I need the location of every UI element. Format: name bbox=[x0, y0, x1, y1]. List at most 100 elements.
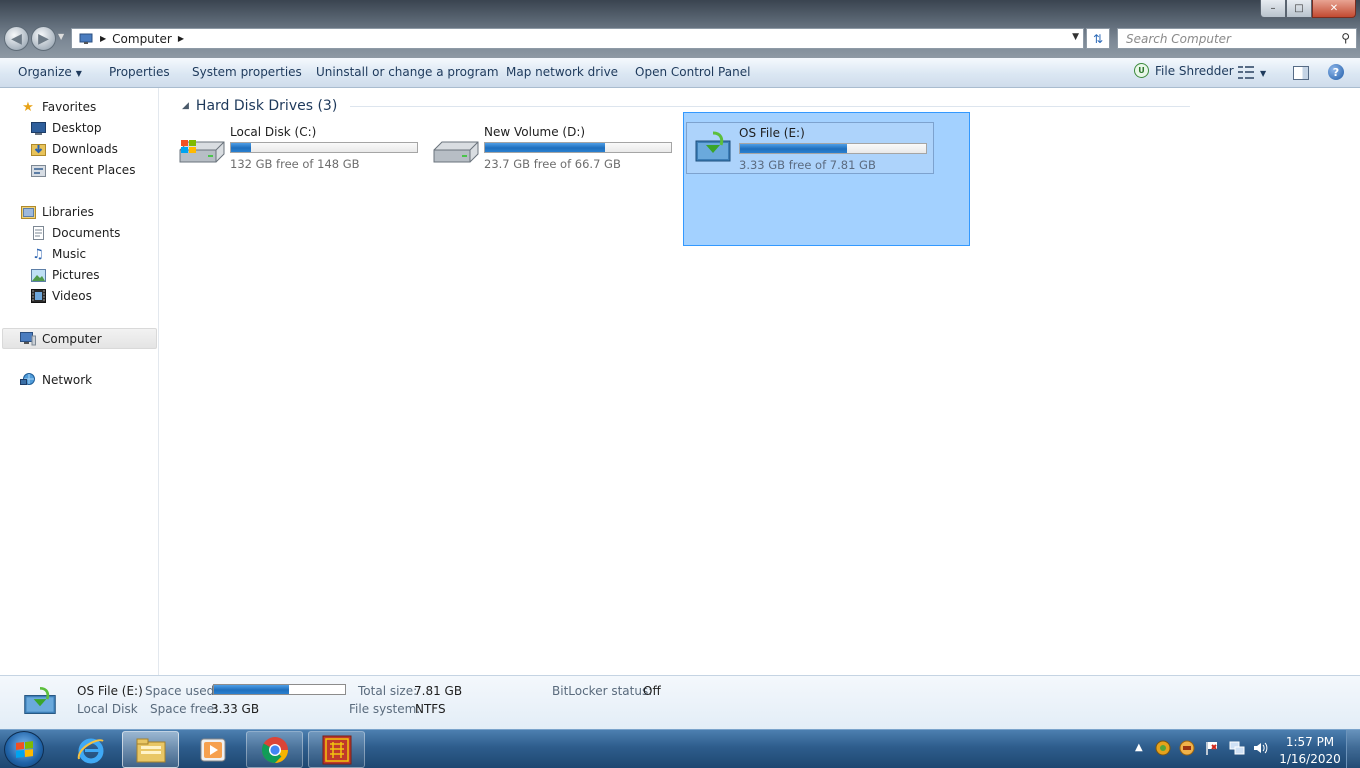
preview-pane-button[interactable] bbox=[1293, 66, 1309, 80]
search-input[interactable] bbox=[1118, 29, 1328, 48]
details-pane: OS File (E:) Local Disk Space used: Spac… bbox=[0, 675, 1360, 729]
taskbar-media-player[interactable] bbox=[184, 731, 241, 768]
drive-usage-fill bbox=[740, 144, 847, 153]
sidebar-item-network[interactable]: Network bbox=[20, 372, 92, 388]
taskbar-internet-explorer[interactable] bbox=[62, 731, 119, 768]
sidebar-item-music[interactable]: ♫ Music bbox=[30, 246, 86, 262]
back-button[interactable]: ◀ bbox=[4, 26, 29, 51]
sidebar-item-label: Videos bbox=[52, 289, 92, 303]
uninstall-program-button[interactable]: Uninstall or change a program bbox=[316, 65, 499, 79]
content-area: ◢ Hard Disk Drives (3) Local Disk (C:) 1… bbox=[160, 88, 1360, 675]
close-button[interactable]: ✕ bbox=[1312, 0, 1356, 18]
sidebar-item-label: Desktop bbox=[52, 121, 102, 135]
breadcrumb-arrow-icon[interactable]: ▶ bbox=[178, 34, 184, 43]
app-seal-icon bbox=[322, 735, 351, 764]
bitlocker-value: Off bbox=[643, 684, 661, 698]
navigation-pane: ★ Favorites Desktop Downloads Recent Pla… bbox=[0, 88, 159, 675]
computer-icon bbox=[20, 331, 36, 347]
organize-label: Organize bbox=[18, 65, 72, 79]
file-shredder-button[interactable]: U File Shredder bbox=[1134, 63, 1234, 78]
computer-icon bbox=[78, 31, 94, 47]
sidebar-item-label: Music bbox=[52, 247, 87, 261]
sidebar-item-label: Computer bbox=[42, 331, 102, 346]
libraries-icon bbox=[20, 204, 36, 220]
drive-usage-fill bbox=[231, 143, 252, 152]
sidebar-item-libraries[interactable]: Libraries bbox=[20, 204, 94, 220]
clock-time: 1:57 PM bbox=[1285, 735, 1335, 749]
properties-button[interactable]: Properties bbox=[109, 65, 170, 79]
drive-c[interactable]: Local Disk (C:) 132 GB free of 148 GB bbox=[178, 122, 426, 174]
sidebar-item-documents[interactable]: Documents bbox=[30, 225, 120, 241]
total-size-value: 7.81 GB bbox=[414, 684, 463, 698]
search-box[interactable]: ⚲ bbox=[1117, 28, 1357, 49]
start-button[interactable] bbox=[4, 731, 44, 768]
open-control-panel-button[interactable]: Open Control Panel bbox=[635, 65, 750, 79]
taskbar-windows-explorer[interactable] bbox=[122, 731, 179, 768]
documents-icon bbox=[30, 225, 46, 241]
taskbar-chrome[interactable] bbox=[246, 731, 303, 768]
downloads-folder-icon bbox=[30, 141, 46, 157]
file-system-label: File system: bbox=[349, 702, 421, 716]
selected-drive-icon bbox=[22, 684, 58, 719]
install-drive-icon bbox=[693, 129, 741, 165]
search-icon[interactable]: ⚲ bbox=[1341, 31, 1350, 45]
view-options-icon bbox=[1238, 66, 1254, 80]
sidebar-item-label: Recent Places bbox=[52, 163, 136, 177]
taskbar-app[interactable] bbox=[308, 731, 365, 768]
title-bar: – □ ✕ ◀ ▶ ▼ ▶ Computer ▶ ▼ ⇅ ⚲ bbox=[0, 0, 1360, 58]
drive-d[interactable]: New Volume (D:) 23.7 GB free of 66.7 GB bbox=[432, 122, 680, 174]
address-dropdown-icon[interactable]: ▼ bbox=[1072, 32, 1079, 42]
address-bar[interactable]: ▶ Computer ▶ ▼ bbox=[71, 28, 1084, 49]
drive-usage-bar bbox=[484, 142, 672, 153]
breadcrumb-computer[interactable]: Computer bbox=[112, 32, 172, 46]
change-view-button[interactable]: ▼ bbox=[1238, 66, 1266, 80]
sidebar-item-favorites[interactable]: ★ Favorites bbox=[20, 99, 96, 115]
sidebar-item-computer[interactable]: Computer bbox=[2, 328, 157, 349]
windows-logo-icon bbox=[15, 741, 33, 758]
space-free-label: Space free: bbox=[150, 702, 219, 716]
clock-date: 1/16/2020 bbox=[1279, 752, 1341, 766]
network-status-icon[interactable] bbox=[1229, 740, 1245, 759]
details-drive-name: OS File (E:) bbox=[77, 684, 143, 698]
sidebar-item-videos[interactable]: Videos bbox=[30, 288, 92, 304]
map-network-drive-button[interactable]: Map network drive bbox=[506, 65, 618, 79]
recent-pages-dropdown[interactable]: ▼ bbox=[58, 32, 68, 44]
forward-button[interactable]: ▶ bbox=[31, 26, 56, 51]
show-hidden-icons-icon[interactable]: ▲ bbox=[1135, 742, 1143, 753]
group-divider bbox=[350, 105, 1191, 107]
music-icon: ♫ bbox=[32, 246, 44, 262]
sidebar-item-label: Documents bbox=[52, 226, 121, 240]
tray-security-icon[interactable] bbox=[1179, 740, 1195, 759]
breadcrumb-arrow-icon[interactable]: ▶ bbox=[100, 34, 106, 43]
organize-menu[interactable]: Organize ▼ bbox=[18, 65, 82, 79]
bitlocker-label: BitLocker status: bbox=[552, 684, 653, 698]
file-system-value: NTFS bbox=[415, 702, 446, 716]
system-clock[interactable]: 1:57 PM 1/16/2020 bbox=[1278, 734, 1342, 768]
recent-places-icon bbox=[30, 162, 46, 178]
system-properties-button[interactable]: System properties bbox=[192, 65, 302, 79]
maximize-button[interactable]: □ bbox=[1286, 0, 1312, 18]
drive-usage-fill bbox=[485, 143, 605, 152]
hard-disk-windows-icon bbox=[178, 132, 226, 168]
show-desktop-button[interactable] bbox=[1346, 730, 1360, 768]
drive-e[interactable]: OS File (E:) 3.33 GB free of 7.81 GB bbox=[686, 122, 934, 174]
minimize-button[interactable]: – bbox=[1260, 0, 1286, 18]
sidebar-item-label: Libraries bbox=[42, 205, 94, 219]
volume-icon[interactable] bbox=[1252, 740, 1268, 759]
chevron-down-icon: ▼ bbox=[75, 69, 82, 78]
help-button[interactable]: ? bbox=[1328, 64, 1344, 80]
space-used-fill bbox=[214, 685, 290, 694]
chevron-down-icon[interactable]: ▼ bbox=[1260, 69, 1266, 78]
sidebar-item-recent-places[interactable]: Recent Places bbox=[30, 162, 135, 178]
group-title: Hard Disk Drives (3) bbox=[195, 98, 338, 114]
sidebar-item-pictures[interactable]: Pictures bbox=[30, 267, 100, 283]
sidebar-item-desktop[interactable]: Desktop bbox=[30, 120, 102, 136]
forward-arrow-icon: ▶ bbox=[38, 30, 49, 47]
sidebar-item-downloads[interactable]: Downloads bbox=[30, 141, 118, 157]
action-center-flag-icon[interactable] bbox=[1204, 740, 1220, 759]
tray-app-icon[interactable] bbox=[1155, 740, 1171, 759]
refresh-button[interactable]: ⇅ bbox=[1086, 28, 1110, 49]
collapse-triangle-icon[interactable]: ◢ bbox=[182, 101, 189, 111]
back-arrow-icon: ◀ bbox=[11, 30, 22, 47]
file-shredder-icon: U bbox=[1134, 63, 1149, 78]
